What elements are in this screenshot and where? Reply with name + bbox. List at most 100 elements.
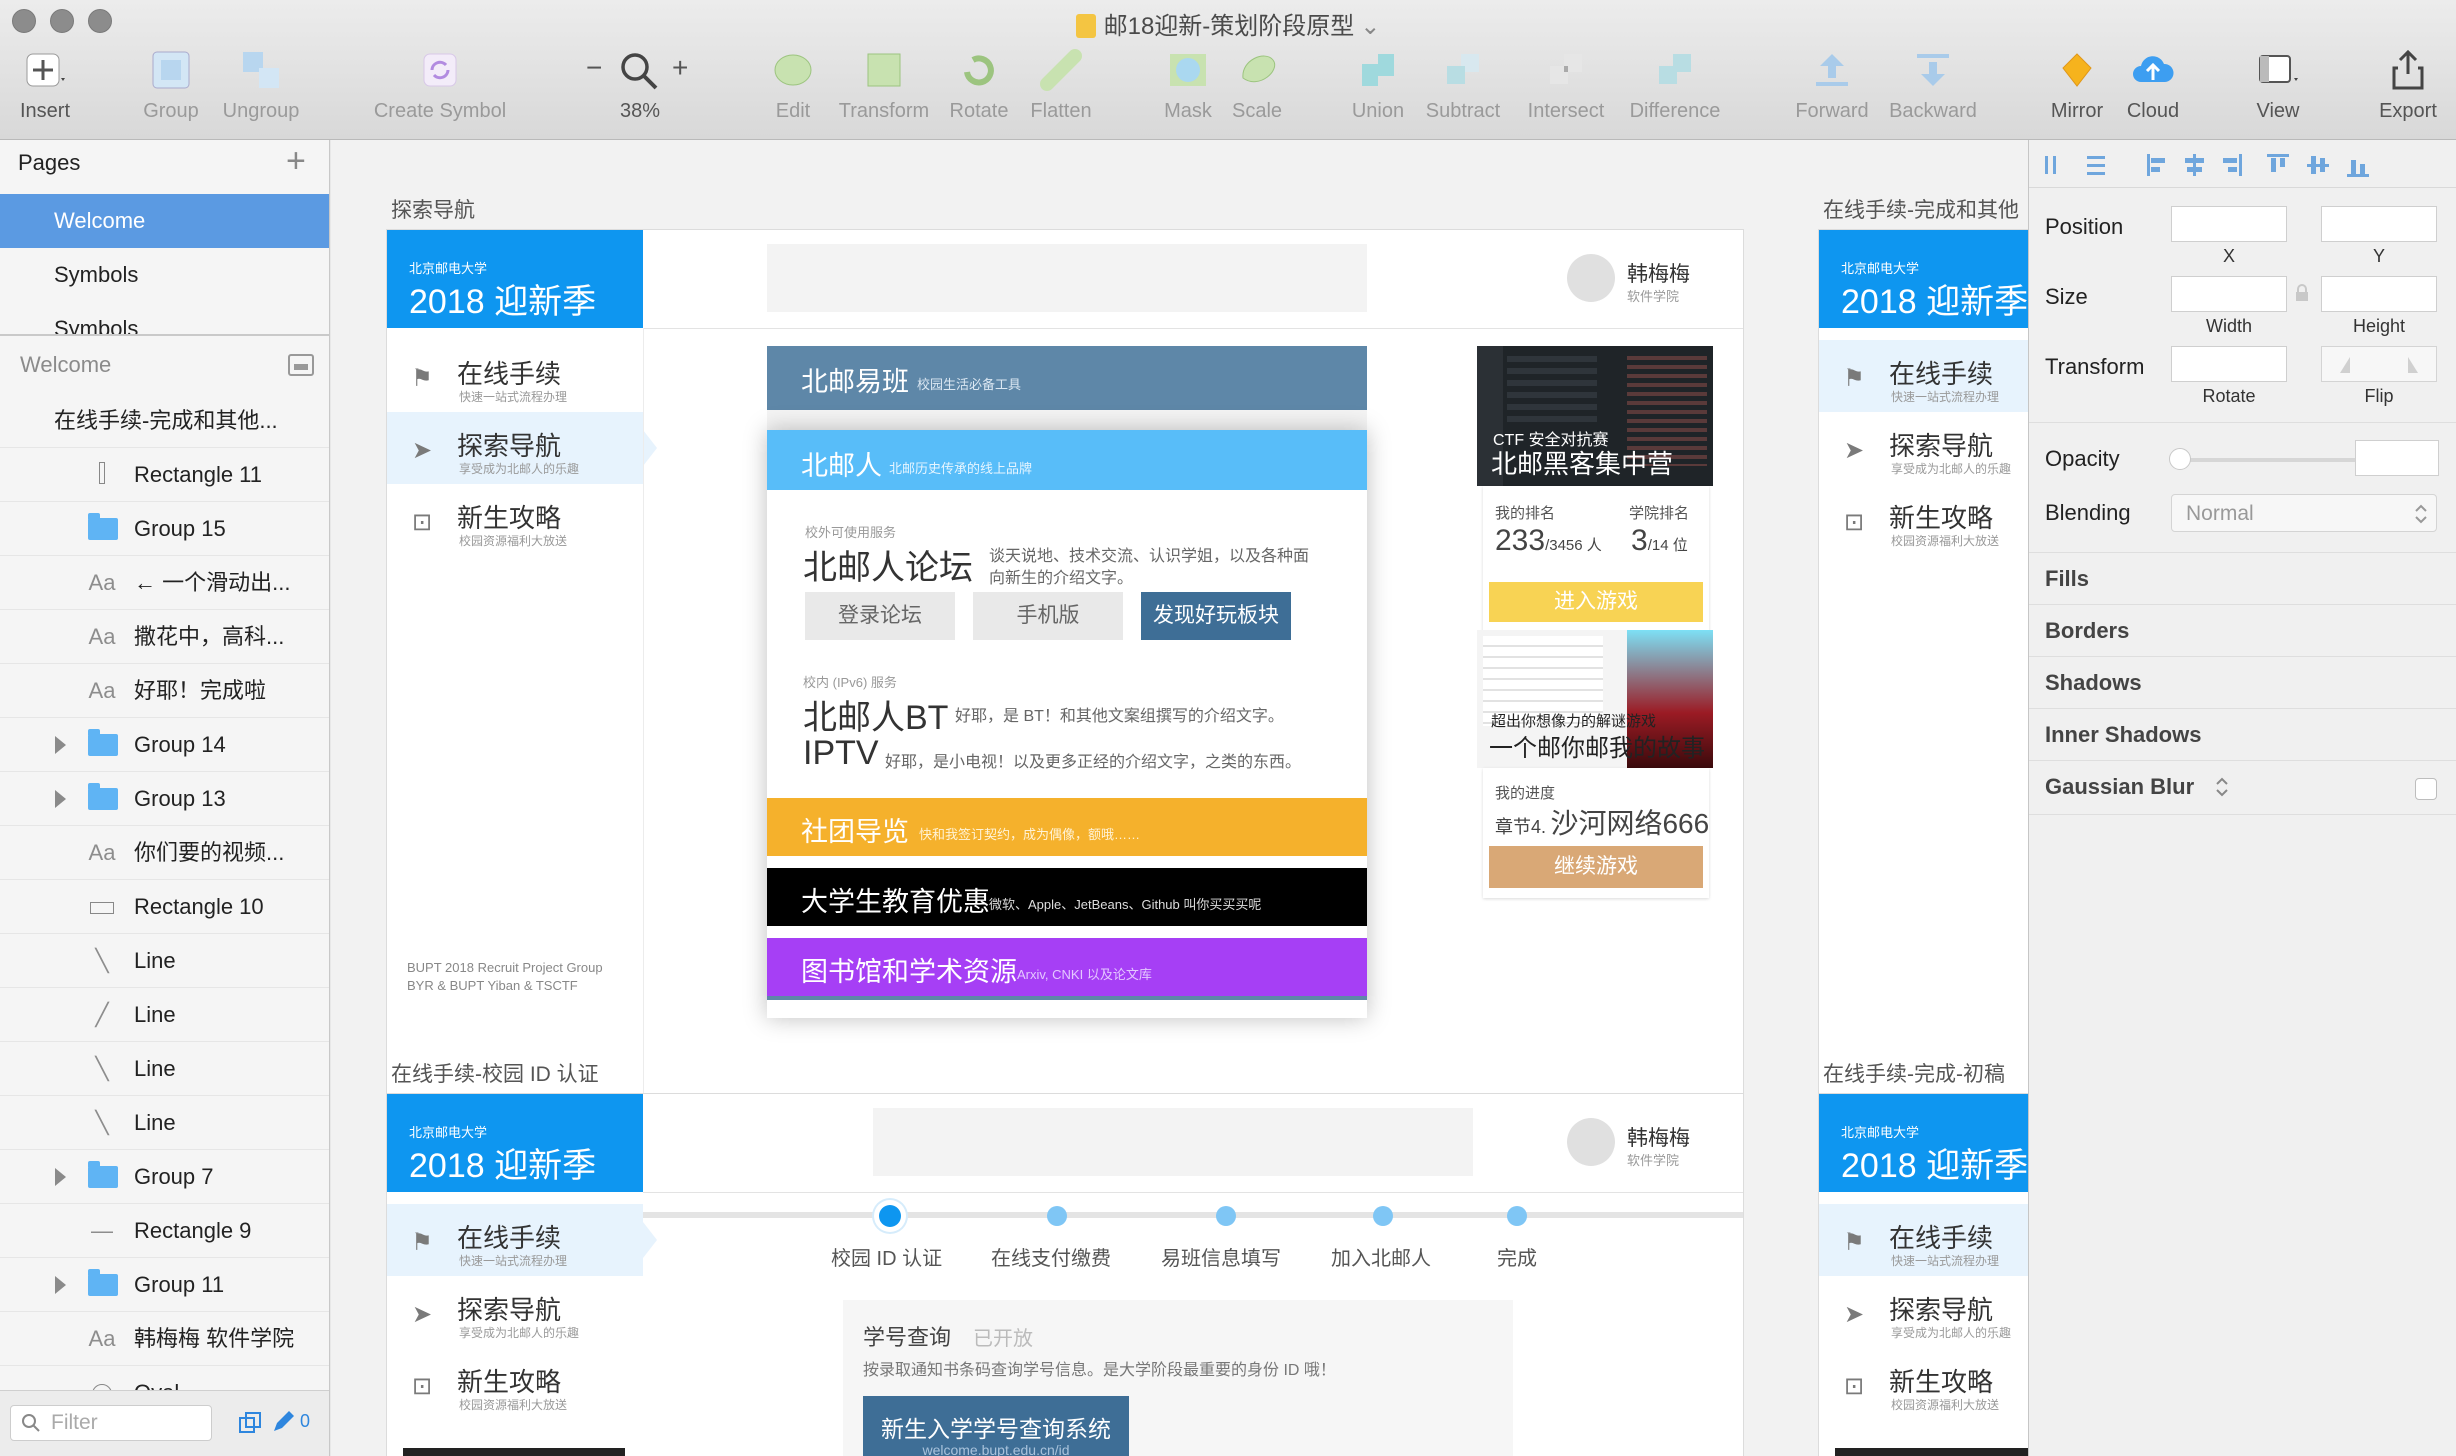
zoom-out-button[interactable]: − [586, 52, 602, 84]
blur-type-arrows-icon[interactable] [2215, 776, 2229, 798]
y-field[interactable] [2321, 206, 2437, 242]
nav-item-explore[interactable]: ➤ 探索导航 享受成为北邮人的乐趣 [387, 412, 643, 484]
rotate-button[interactable]: Rotate [944, 48, 1014, 123]
avatar[interactable] [1567, 1118, 1615, 1166]
export-button[interactable]: Export [2370, 48, 2446, 123]
intersect-button[interactable]: Intersect [1518, 48, 1614, 123]
layer-row[interactable]: ╲ Line [0, 1096, 329, 1150]
inner-shadows-section[interactable]: Inner Shadows [2045, 722, 2201, 748]
nav-item-guide[interactable]: ⊡ 新生攻略 校园资源福利大放送 [387, 484, 643, 556]
avatar[interactable] [1567, 254, 1615, 302]
step-4-dot[interactable] [1373, 1206, 1393, 1226]
lock-icon[interactable] [2295, 284, 2309, 302]
layer-row[interactable]: Aa 你们要的视频... [0, 826, 329, 880]
document-title[interactable]: 邮18迎新-策划阶段原型 ⌄ [0, 6, 2456, 41]
card-clubs[interactable]: 社团导览 快和我签订契约，成为偶像，额哦…… [767, 798, 1367, 856]
layer-row[interactable]: Group 7 [0, 1150, 329, 1204]
blending-select[interactable]: Normal [2171, 494, 2437, 532]
nav-item-guide[interactable]: ⊡ 新生攻略 校园资源福利大放送 [387, 1348, 643, 1420]
layer-row[interactable]: ╲ Line [0, 934, 329, 988]
nav-item-guide[interactable]: ⊡ 新生攻略 校园资源福利大放送 [1819, 1348, 2028, 1420]
ungroup-button[interactable]: Ungroup [216, 48, 306, 123]
nav-item-explore[interactable]: ➤ 探索导航 享受成为北邮人的乐趣 [387, 1276, 643, 1348]
login-forum-button[interactable]: 登录论坛 [805, 592, 955, 640]
difference-button[interactable]: Difference [1622, 48, 1728, 123]
transform-button[interactable]: Transform [832, 48, 936, 123]
step-5-dot[interactable] [1507, 1206, 1527, 1226]
artboard-title-explore[interactable]: 探索导航 [391, 194, 475, 224]
nav-item-online-procedures[interactable]: ⚑ 在线手续 快速一站式流程办理 [387, 1204, 643, 1276]
design-canvas[interactable]: 探索导航 北京邮电大学 2018 迎新季 ⚑ 在线手续 快速一站式流程办理 ➤ … [331, 140, 2028, 1456]
layer-row[interactable]: 在线手续-完成和其他... [0, 394, 329, 448]
enter-game-button[interactable]: 进入游戏 [1489, 582, 1703, 622]
card-edu-discount[interactable]: 大学生教育优惠 微软、Apple、JetBeans、Github 叫你买买买呢 [767, 868, 1367, 926]
height-field[interactable] [2321, 276, 2437, 312]
artboard-title-done-other[interactable]: 在线手续-完成和其他 [1823, 194, 2019, 224]
layer-row[interactable]: Group 11 [0, 1258, 329, 1312]
layer-row[interactable]: Rectangle 11 [0, 448, 329, 502]
gaussian-blur-checkbox[interactable] [2415, 778, 2437, 800]
cloud-button[interactable]: Cloud [2118, 48, 2188, 123]
disclosure-triangle-icon[interactable] [55, 790, 66, 808]
disclosure-triangle-icon[interactable] [55, 736, 66, 754]
continue-game-button[interactable]: 继续游戏 [1489, 846, 1703, 888]
page-item-symbols-2[interactable]: Symbols [0, 302, 329, 334]
layer-row[interactable]: Group 15 [0, 502, 329, 556]
backward-button[interactable]: Backward [1884, 48, 1982, 123]
layer-row[interactable]: ╱ Line [0, 988, 329, 1042]
card-byr-expanded[interactable]: 北邮人 北邮历史传承的线上品牌 校外可使用服务 北邮人论坛 谈天说地、技术交流、… [767, 430, 1367, 1018]
layer-row[interactable]: Group 14 [0, 718, 329, 772]
nav-item-explore[interactable]: ➤ 探索导航 享受成为北邮人的乐趣 [1819, 1276, 2028, 1348]
view-button[interactable]: View [2244, 48, 2312, 123]
discover-boards-button[interactable]: 发现好玩板块 [1141, 592, 1291, 640]
step-1-dot[interactable] [879, 1205, 901, 1227]
layer-row[interactable]: Aa ← 一个滑动出... [0, 556, 329, 610]
edit-button[interactable]: Edit [760, 48, 826, 123]
layer-row[interactable]: Aa 好耶！完成啦 [0, 664, 329, 718]
insert-button[interactable]: Insert [10, 48, 80, 123]
filter-input[interactable]: Filter [10, 1405, 212, 1441]
search-bar[interactable] [873, 1108, 1473, 1176]
create-symbol-button[interactable]: Create Symbol [366, 48, 514, 123]
student-id-lookup-button[interactable]: 新生入学学号查询系统 welcome.bupt.edu.cn/id [863, 1396, 1129, 1456]
borders-section[interactable]: Borders [2045, 618, 2129, 644]
nav-item-guide[interactable]: ⊡ 新生攻略 校园资源福利大放送 [1819, 484, 2028, 556]
artboard-title-auth[interactable]: 在线手续-校园 ID 认证 [391, 1058, 599, 1088]
pen-edit-icon[interactable] [270, 1409, 294, 1435]
rotate-field[interactable] [2171, 346, 2287, 382]
layer-row[interactable]: ╲ Line [0, 1042, 329, 1096]
artboard-done-other[interactable]: 北京邮电大学 2018 迎新季 ⚑ 在线手续 快速一站式流程办理 ➤ 探索导航 … [1819, 230, 2028, 1150]
nav-item-online-procedures[interactable]: ⚑ 在线手续 快速一站式流程办理 [1819, 1204, 2028, 1276]
search-bar[interactable] [767, 244, 1367, 312]
gaussian-blur-section[interactable]: Gaussian Blur [2045, 774, 2194, 800]
artboard-auth[interactable]: 北京邮电大学 2018 迎新季 ⚑ 在线手续 快速一站式流程办理 ➤ 探索导航 … [387, 1094, 1743, 1456]
layer-row[interactable]: Aa 韩梅梅 软件学院 [0, 1312, 329, 1366]
opacity-slider-track[interactable] [2171, 458, 2365, 462]
card-library[interactable]: 图书馆和学术资源 Arxiv, CNKI 以及论文库 [767, 938, 1367, 996]
page-item-symbols[interactable]: Symbols [0, 248, 329, 302]
zoom-in-button[interactable]: + [672, 52, 688, 84]
disclosure-triangle-icon[interactable] [55, 1168, 66, 1186]
copy-layers-icon[interactable] [238, 1411, 262, 1435]
mirror-button[interactable]: Mirror [2042, 48, 2112, 123]
nav-item-explore[interactable]: ➤ 探索导航 享受成为北邮人的乐趣 [1819, 412, 2028, 484]
scale-button[interactable]: Scale [1226, 48, 1288, 123]
nav-item-online-procedures[interactable]: ⚑ 在线手续 快速一站式流程办理 [1819, 340, 2028, 412]
page-item-welcome[interactable]: Welcome [0, 194, 329, 248]
union-button[interactable]: Union [1344, 48, 1412, 123]
collapse-layers-icon[interactable] [288, 354, 314, 376]
puzzle-banner-image[interactable]: 超出你想像力的解谜游戏 一个邮你邮我的故事 [1477, 630, 1713, 768]
forward-button[interactable]: Forward [1790, 48, 1874, 123]
layer-row[interactable]: Aa 撒花中，高科... [0, 610, 329, 664]
artboard-explore[interactable]: 北京邮电大学 2018 迎新季 ⚑ 在线手续 快速一站式流程办理 ➤ 探索导航 … [387, 230, 1743, 1150]
group-button[interactable]: Group [138, 48, 204, 123]
step-3-dot[interactable] [1216, 1206, 1236, 1226]
flip-vertical-icon[interactable] [2394, 355, 2420, 375]
layer-row[interactable]: Rectangle 10 [0, 880, 329, 934]
layer-row[interactable]: Group 13 [0, 772, 329, 826]
ctf-banner-image[interactable]: CTF 安全对抗赛 北邮黑客集中营 [1477, 346, 1713, 486]
step-2-dot[interactable] [1047, 1206, 1067, 1226]
card-yiban[interactable]: 北邮易班 校园生活必备工具 [767, 346, 1367, 410]
flip-control[interactable] [2321, 346, 2437, 382]
add-page-icon[interactable]: + [286, 142, 306, 181]
